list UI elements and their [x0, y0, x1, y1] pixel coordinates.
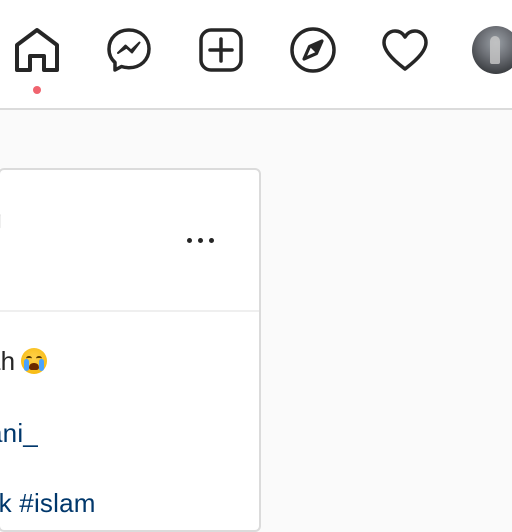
- profile-avatar[interactable]: [472, 26, 512, 74]
- post-card: g ah ani_ ak #islam: [0, 168, 261, 532]
- messenger-icon[interactable]: [104, 25, 154, 75]
- heart-icon[interactable]: [380, 25, 430, 75]
- caption-text: ah: [0, 346, 16, 376]
- caption-line: ah: [0, 346, 48, 377]
- post-header: g: [0, 170, 259, 312]
- hashtag-link[interactable]: ak #islam: [0, 488, 96, 518]
- more-options-icon[interactable]: [180, 222, 220, 258]
- crying-face-emoji-icon: [21, 348, 48, 374]
- post-username[interactable]: g: [0, 204, 2, 235]
- active-indicator-dot: [33, 86, 41, 94]
- top-navigation-bar: [0, 0, 512, 110]
- avatar: [472, 26, 512, 74]
- caption-line: ak #islam: [0, 488, 96, 519]
- caption-line: ani_: [0, 418, 38, 449]
- home-icon[interactable]: [12, 25, 62, 75]
- new-post-icon[interactable]: [196, 25, 246, 75]
- mention-link[interactable]: ani_: [0, 418, 38, 448]
- explore-compass-icon[interactable]: [288, 25, 338, 75]
